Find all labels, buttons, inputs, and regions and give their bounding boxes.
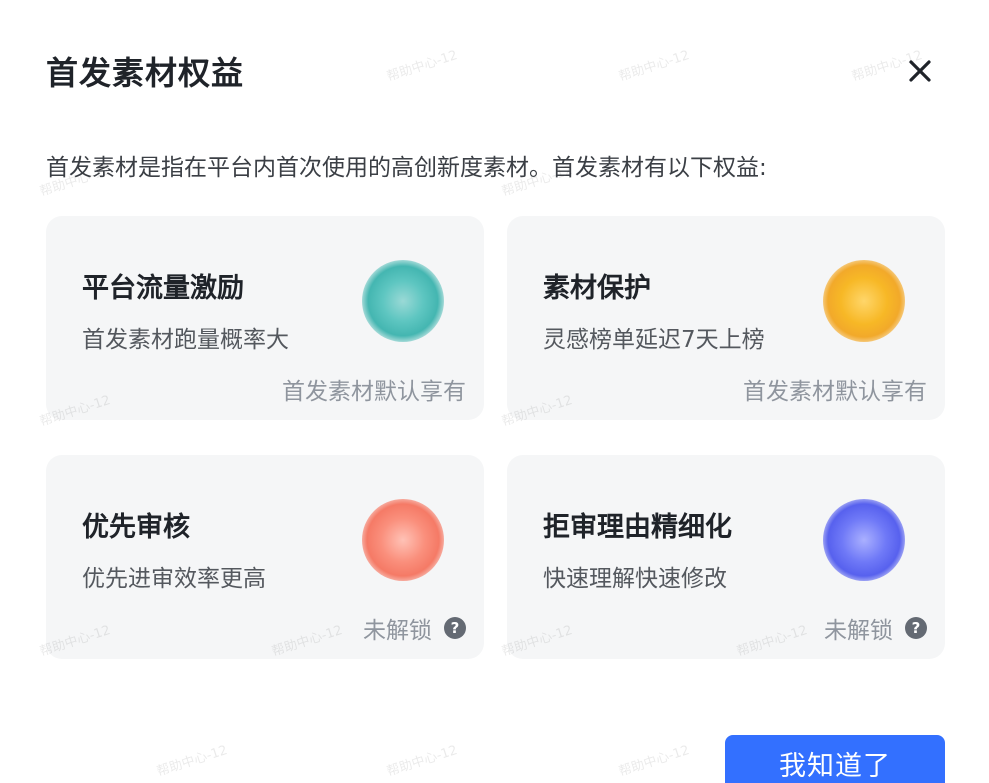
- protection-badge-icon: [823, 260, 905, 342]
- benefit-card-status: 首发素材默认享有: [282, 372, 466, 406]
- benefit-card-rejection-detail: 拒审理由精细化 快速理解快速修改 未解锁 ?: [507, 455, 945, 659]
- benefit-card-status: 首发素材默认享有: [743, 372, 927, 406]
- watermark: 帮助中心-12: [155, 742, 230, 780]
- benefit-card-title: 拒审理由精细化: [543, 512, 732, 543]
- benefit-status-label: 首发素材默认享有: [282, 379, 466, 405]
- watermark: 帮助中心-12: [385, 742, 460, 780]
- watermark: 帮助中心-12: [617, 47, 692, 85]
- benefit-status-label: 未解锁: [824, 618, 893, 644]
- benefit-card-title: 优先审核: [82, 512, 190, 543]
- benefit-card-subtitle: 优先进审效率更高: [82, 566, 266, 592]
- benefit-card-subtitle: 首发素材跑量概率大: [82, 327, 289, 353]
- watermark: 帮助中心-12: [385, 47, 460, 85]
- watermark: 帮助中心-12: [617, 742, 692, 780]
- benefit-card-title: 素材保护: [543, 273, 651, 304]
- benefit-card-subtitle: 灵感榜单延迟7天上榜: [543, 327, 765, 353]
- benefit-card-protection: 素材保护 灵感榜单延迟7天上榜 首发素材默认享有: [507, 216, 945, 420]
- help-icon[interactable]: ?: [444, 617, 466, 639]
- close-button[interactable]: [903, 54, 937, 88]
- close-icon: [909, 60, 931, 82]
- benefit-status-label: 未解锁: [363, 618, 432, 644]
- traffic-badge-icon: [362, 260, 444, 342]
- benefit-card-status: 未解锁 ?: [363, 611, 466, 645]
- confirm-button[interactable]: 我知道了: [725, 735, 945, 783]
- priority-review-badge-icon: [362, 499, 444, 581]
- rejection-detail-badge-icon: [823, 499, 905, 581]
- help-icon[interactable]: ?: [905, 617, 927, 639]
- benefit-card-title: 平台流量激励: [82, 273, 244, 304]
- benefit-card-priority-review: 优先审核 优先进审效率更高 未解锁 ?: [46, 455, 484, 659]
- benefits-dialog: 首发素材权益 首发素材是指在平台内首次使用的高创新度素材。首发素材有以下权益: …: [0, 0, 989, 783]
- benefit-card-status: 未解锁 ?: [824, 611, 927, 645]
- benefit-status-label: 首发素材默认享有: [743, 379, 927, 405]
- dialog-description: 首发素材是指在平台内首次使用的高创新度素材。首发素材有以下权益:: [46, 155, 767, 181]
- benefit-card-traffic: 平台流量激励 首发素材跑量概率大 首发素材默认享有: [46, 216, 484, 420]
- dialog-title: 首发素材权益: [46, 54, 245, 92]
- benefit-card-subtitle: 快速理解快速修改: [543, 566, 727, 592]
